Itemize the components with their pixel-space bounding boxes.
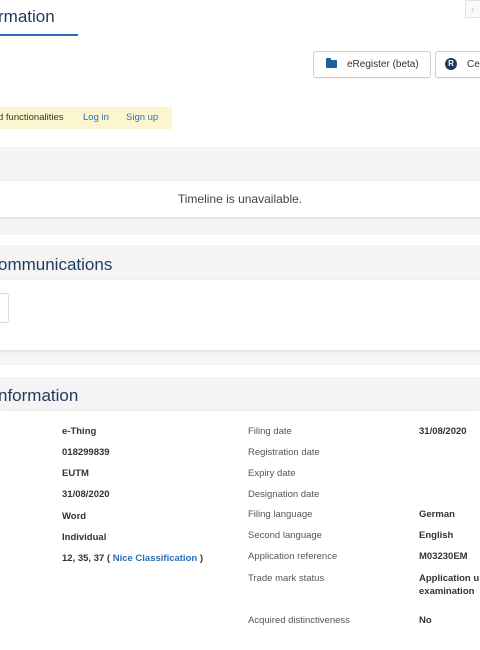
filing-language-label: Filing language xyxy=(248,509,313,520)
registered-icon: R xyxy=(445,58,457,70)
tab-information[interactable]: rmation xyxy=(0,0,78,36)
designation-date-label: Designation date xyxy=(248,489,320,500)
trade-mark-type: EUTM xyxy=(62,468,89,479)
communications-button[interactable] xyxy=(0,293,9,323)
nice-classification-link[interactable]: Nice Classification xyxy=(113,553,197,564)
ce-button[interactable]: R Ce xyxy=(435,51,480,78)
mark-nature: Individual xyxy=(62,532,107,543)
ce-label: Ce xyxy=(467,59,480,70)
signup-link[interactable]: Sign up xyxy=(126,107,158,129)
login-link[interactable]: Log in xyxy=(83,107,109,129)
application-reference-label: Application reference xyxy=(248,551,338,562)
trade-mark-status-value-line1: Application u xyxy=(419,573,480,584)
filing-language-value: German xyxy=(419,509,455,520)
classes-close: ) xyxy=(199,553,203,564)
nice-classes: 12, 35, 37 ( Nice Classification ) xyxy=(62,553,203,564)
collapse-button[interactable]: ‹ xyxy=(465,0,480,18)
notice-text: d functionalities xyxy=(0,112,64,123)
folder-icon xyxy=(326,58,337,68)
eregister-button[interactable]: eRegister (beta) xyxy=(313,51,431,78)
login-notice: d functionalities Log in Sign up xyxy=(0,107,172,129)
communications-title: ommunications xyxy=(0,255,113,274)
timeline-message: Timeline is unavailable. xyxy=(177,192,303,206)
acquired-distinctiveness-label: Acquired distinctiveness xyxy=(248,615,350,626)
filing-date-label: Filing date xyxy=(248,426,292,437)
application-reference-value: M03230EM xyxy=(419,551,468,562)
second-language-value: English xyxy=(419,530,454,541)
receipt-date: 31/08/2020 xyxy=(62,489,110,500)
registration-date-label: Registration date xyxy=(248,447,320,458)
mark-kind: Word xyxy=(62,511,87,522)
classes-text: 12, 35, 37 ( xyxy=(62,553,111,564)
trade-mark-status-value-line2: examination xyxy=(419,586,475,597)
acquired-distinctiveness-value: No xyxy=(419,615,432,626)
eregister-label: eRegister (beta) xyxy=(347,59,419,70)
second-language-label: Second language xyxy=(248,530,322,541)
trade-mark-status-label: Trade mark status xyxy=(248,573,325,584)
filing-date-value: 31/08/2020 xyxy=(419,426,467,437)
trade-mark-name: e-Thing xyxy=(62,426,97,437)
communications-card xyxy=(0,280,480,350)
information-title: nformation xyxy=(0,386,79,405)
expiry-date-label: Expiry date xyxy=(248,468,296,479)
trade-mark-number: 018299839 xyxy=(62,447,110,458)
